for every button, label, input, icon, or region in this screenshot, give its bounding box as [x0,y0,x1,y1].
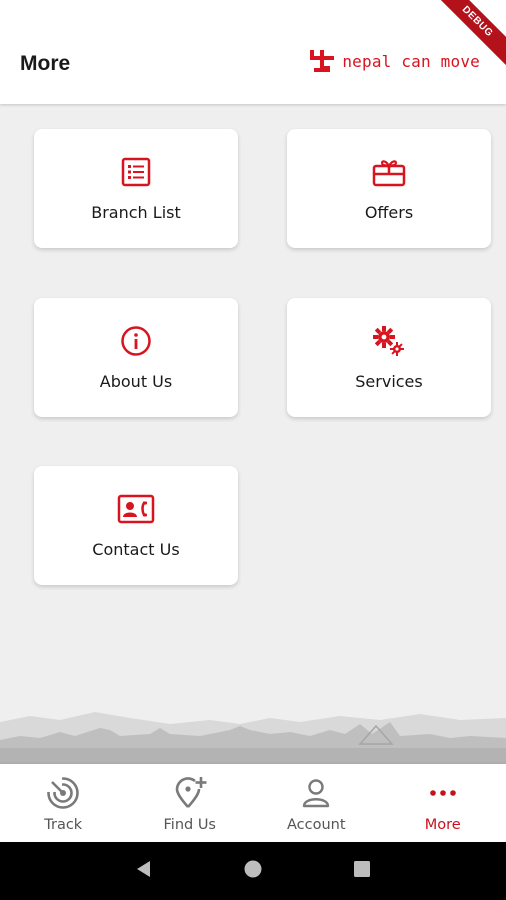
gift-icon [372,155,406,189]
page-title: More [20,52,71,75]
contact-card-icon [117,492,155,526]
nav-item-find-us[interactable]: Find Us [127,764,254,842]
services-label: Services [355,372,423,391]
bottom-navigation: Track Find Us Account More [0,764,506,842]
branch-list-card[interactable]: Branch List [34,129,238,248]
nav-item-more[interactable]: More [380,764,506,842]
person-icon [301,776,331,810]
contact-us-card[interactable]: Contact Us [34,466,238,585]
brand-mark-icon [310,50,335,72]
about-us-label: About Us [99,372,173,391]
brand-logo: nepal can move [308,48,480,74]
nav-item-account[interactable]: Account [253,764,380,842]
offers-card[interactable]: Offers [287,129,491,248]
offers-label: Offers [364,203,414,222]
system-navigation-bar [0,842,506,900]
location-add-icon [173,776,207,810]
nav-label-more: More [424,817,461,833]
track-icon [46,776,80,810]
city-skyline-illustration [0,712,506,764]
nav-item-track[interactable]: Track [0,764,127,842]
back-icon[interactable] [134,859,154,884]
branch-list-label: Branch List [91,203,181,222]
nav-label-find-us: Find Us [163,817,217,833]
more-dots-icon [428,776,458,810]
about-us-card[interactable]: About Us [34,298,238,417]
brand-name: nepal can move [342,51,480,71]
services-card[interactable]: Services [287,298,491,417]
list-icon [121,155,151,189]
contact-us-label: Contact Us [92,540,180,559]
nav-label-track: Track [44,817,83,833]
info-icon [120,324,152,358]
app-bar: More nepal can move DEBUG [0,0,506,104]
home-icon[interactable] [243,859,263,884]
nav-label-account: Account [286,817,346,833]
gears-icon [372,324,406,358]
recents-icon[interactable] [352,859,372,884]
